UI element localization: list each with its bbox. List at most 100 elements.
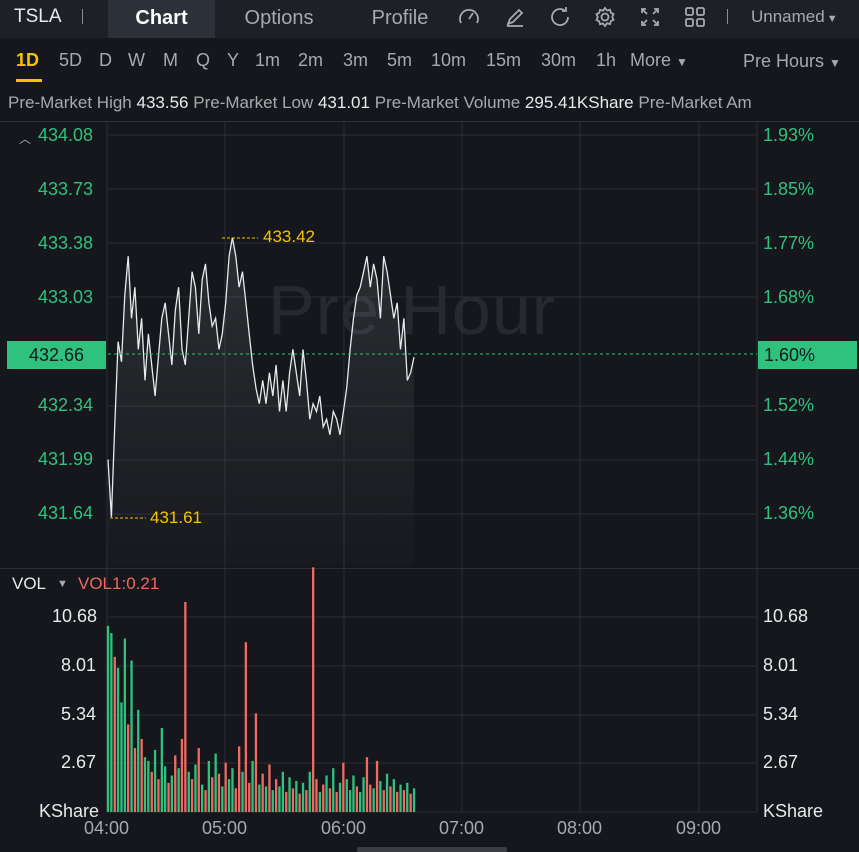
- volume-bar: [352, 775, 355, 812]
- volume-bar: [399, 784, 402, 812]
- volume-bar: [201, 784, 204, 812]
- price-axis-label: 433.03: [38, 287, 94, 307]
- volume-bar: [349, 790, 352, 812]
- volume-axis-label: 2.67: [61, 752, 97, 772]
- volume-bar: [369, 784, 372, 812]
- volume-axis-label: 5.34: [61, 704, 97, 724]
- price-axis-label: 434.08: [38, 125, 94, 145]
- volume-bar: [190, 779, 194, 812]
- volume-bar: [338, 782, 342, 812]
- volume-bar: [140, 739, 143, 812]
- volume-bar: [214, 753, 217, 812]
- percent-axis-label: 1.44%: [763, 449, 815, 469]
- volume-bar: [258, 784, 261, 812]
- volume-bar: [194, 764, 197, 812]
- volume-bar: [164, 766, 167, 812]
- volume-bar: [281, 771, 284, 812]
- volume-bar: [295, 781, 298, 812]
- volume-bar: [170, 775, 173, 812]
- volume-bar: [278, 786, 281, 812]
- volume-bar: [382, 790, 385, 812]
- volume-bar: [153, 749, 157, 812]
- volume-bar: [412, 788, 416, 812]
- volume-bar: [238, 746, 241, 812]
- volume-bar: [409, 793, 412, 812]
- volume-bar: [355, 786, 358, 812]
- volume-axis-label: 10.68: [763, 606, 809, 626]
- caret-down-icon[interactable]: ▼: [57, 578, 68, 590]
- volume-bar: [184, 602, 187, 812]
- volume-bar: [174, 755, 177, 812]
- volume-unit-label: KShare: [763, 801, 824, 821]
- volume-bar: [143, 757, 147, 812]
- volume-bar: [315, 779, 318, 812]
- volume-bar: [217, 773, 221, 812]
- volume-bar: [301, 782, 305, 812]
- volume-bar: [402, 790, 406, 812]
- volume-bar: [147, 760, 150, 812]
- volume-bar: [160, 728, 163, 812]
- volume-bar: [167, 782, 170, 812]
- price-axis-label: 433.38: [38, 233, 94, 253]
- volume-bar: [335, 791, 338, 812]
- time-axis-label: 09:00: [676, 818, 722, 838]
- volume-bar: [110, 633, 113, 812]
- volume-bar: [312, 567, 315, 812]
- volume-bar: [305, 790, 308, 812]
- volume-bar: [137, 709, 140, 812]
- volume-bar: [133, 748, 137, 812]
- volume-bar: [365, 757, 369, 812]
- volume-bar: [207, 760, 210, 812]
- volume-bar: [197, 748, 200, 812]
- volume-bar: [359, 791, 362, 812]
- current-price-tag: 432.66: [7, 341, 106, 369]
- volume-bar: [106, 625, 110, 812]
- volume-bar: [261, 773, 264, 812]
- volume-bar: [113, 656, 116, 812]
- percent-axis-label: 1.52%: [763, 395, 815, 415]
- volume-bar: [254, 713, 258, 812]
- volume-bar: [291, 788, 295, 812]
- volume-bar: [375, 760, 379, 812]
- volume-bar: [379, 781, 382, 812]
- volume-bar: [116, 667, 120, 812]
- volume-bar: [325, 775, 328, 812]
- volume-bar: [322, 784, 325, 812]
- volume-bar: [221, 786, 224, 812]
- volume-axis-label: 8.01: [61, 655, 97, 675]
- high-annotation: 433.42: [263, 227, 315, 246]
- percent-axis-label: 1.68%: [763, 287, 815, 307]
- volume-bar: [177, 768, 180, 812]
- volume-bar: [241, 771, 244, 812]
- low-annotation: 431.61: [150, 508, 202, 527]
- volume-bar: [275, 779, 278, 812]
- volume-bar: [123, 638, 126, 812]
- time-axis-label: 07:00: [439, 818, 485, 838]
- volume-bar: [406, 782, 409, 812]
- percent-axis-label: 1.77%: [763, 233, 815, 253]
- volume-bar: [248, 782, 251, 812]
- volume-bar: [157, 779, 160, 812]
- volume-bar: [187, 771, 190, 812]
- time-axis-label: 05:00: [202, 818, 248, 838]
- volume-bar: [362, 777, 365, 812]
- collapse-icon[interactable]: ︿: [19, 130, 31, 147]
- time-axis-label: 08:00: [557, 818, 603, 838]
- volume-axis-label: 5.34: [763, 704, 799, 724]
- volume-bar: [342, 762, 345, 812]
- volume-bar: [127, 724, 130, 812]
- volume-bar: [244, 642, 247, 812]
- volume-bar: [231, 768, 234, 812]
- price-axis-label: 431.64: [38, 503, 94, 523]
- volume-bar: [264, 786, 268, 812]
- volume-bar: [308, 771, 311, 812]
- time-axis-label: 04:00: [84, 818, 130, 838]
- volume-indicator-value: VOL1:0.21: [78, 574, 160, 593]
- volume-bar: [211, 777, 214, 812]
- percent-axis-label: 1.85%: [763, 179, 815, 199]
- price-volume-chart[interactable]: [0, 0, 859, 852]
- volume-bar: [204, 790, 207, 812]
- price-axis-label: 432.34: [38, 395, 94, 415]
- volume-indicator-label[interactable]: VOL: [12, 574, 46, 594]
- chart-scrollbar[interactable]: [357, 847, 507, 852]
